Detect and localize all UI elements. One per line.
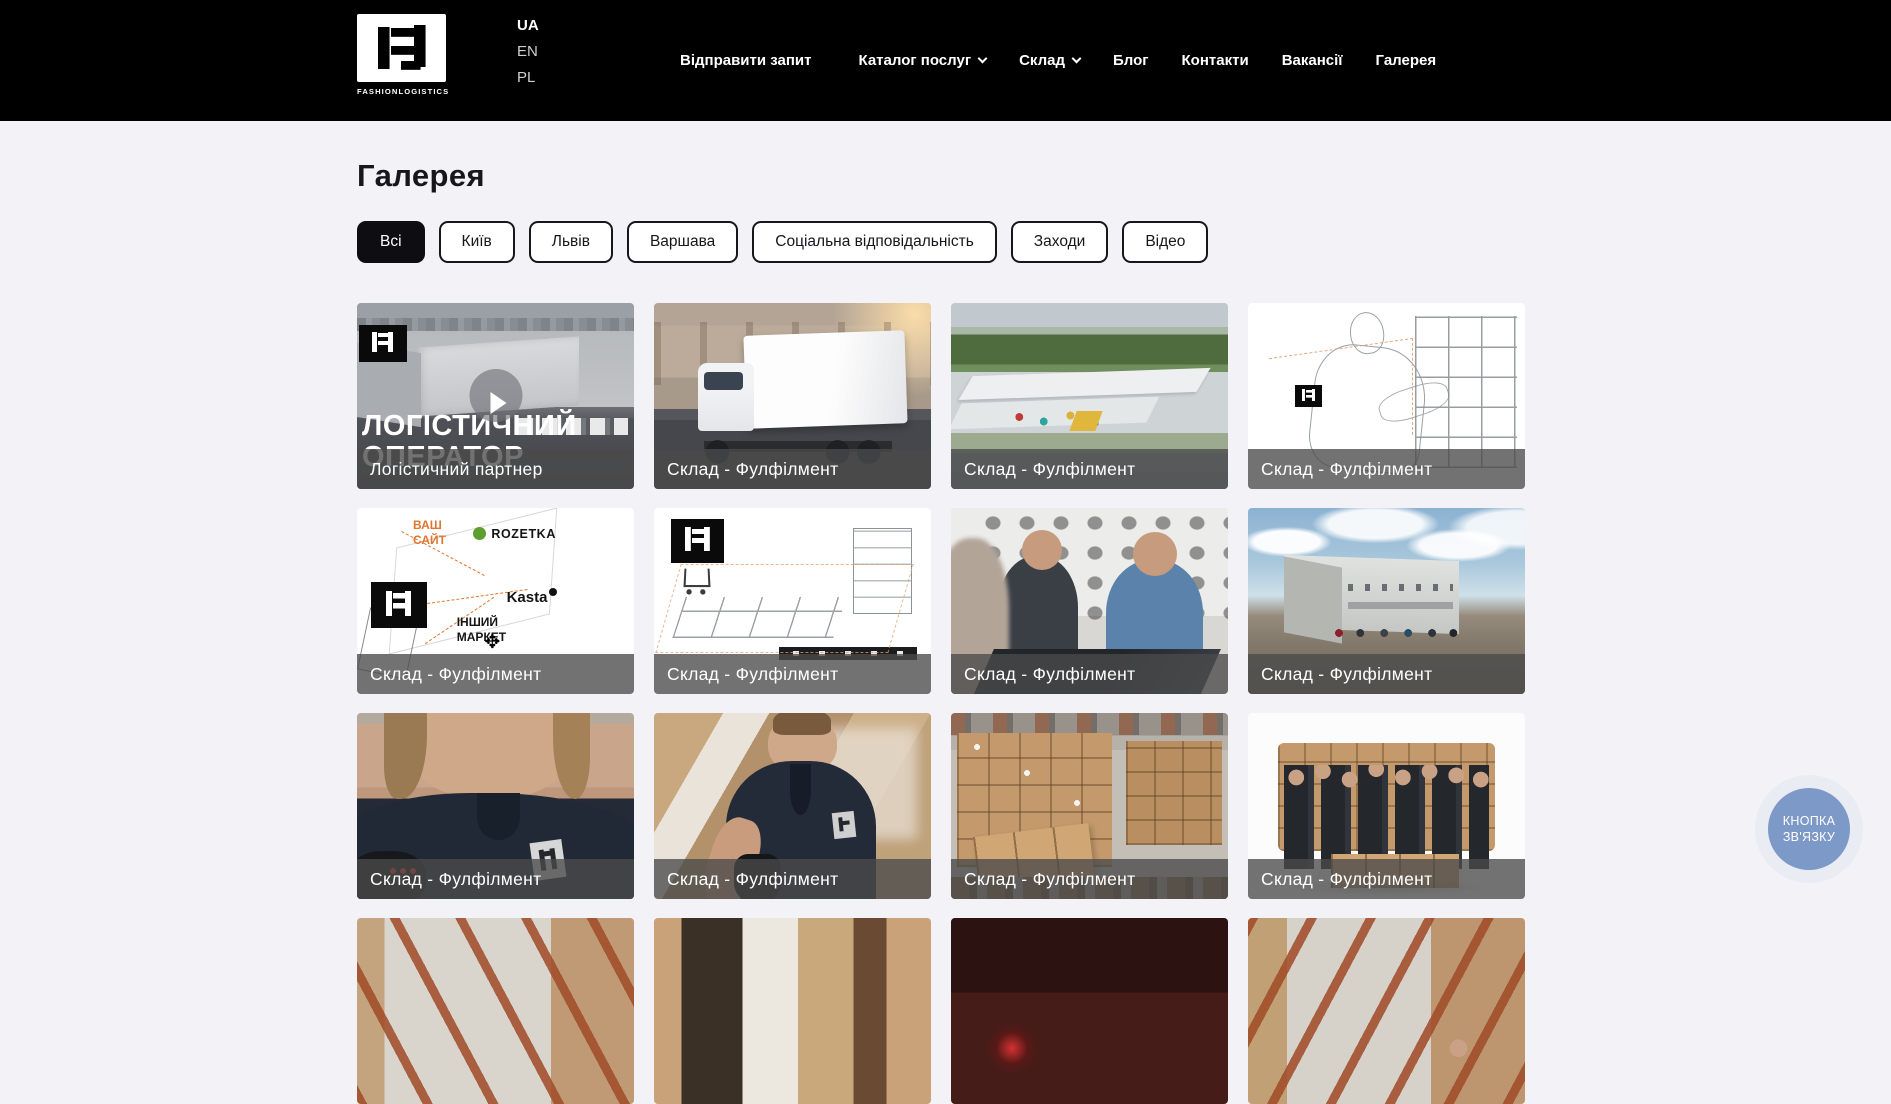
- filter-warsaw[interactable]: Варшава: [627, 221, 738, 263]
- filter-lviv[interactable]: Львів: [529, 221, 613, 263]
- tile-caption: Склад - Фулфілмент: [1248, 449, 1525, 489]
- photo-shape: [1348, 584, 1453, 591]
- photo-shape: [951, 713, 1228, 735]
- photo-shape: [958, 368, 1210, 400]
- filter-all[interactable]: Всі: [357, 221, 425, 263]
- tile-caption: Склад - Фулфілмент: [1248, 654, 1525, 694]
- filter-events[interactable]: Заходи: [1011, 221, 1109, 263]
- tile-caption: Склад - Фулфілмент: [654, 859, 931, 899]
- diagram-label-rozetka: ROZETKA: [473, 527, 556, 541]
- photo-shape: [1331, 628, 1464, 638]
- gallery-tile[interactable]: Склад - Фулфілмент: [1248, 713, 1525, 899]
- logo-icon: [357, 14, 446, 82]
- lang-pl[interactable]: PL: [517, 69, 539, 86]
- play-icon: [490, 392, 506, 414]
- chevron-down-icon: [978, 54, 988, 64]
- nav-label: Каталог послуг: [859, 52, 972, 69]
- tile-image: [951, 918, 1228, 1104]
- lang-en[interactable]: EN: [517, 43, 539, 60]
- gallery-tile[interactable]: [951, 918, 1228, 1104]
- photo-shape: [407, 713, 573, 799]
- photo-shape: [655, 564, 913, 653]
- photo-shape: [1126, 741, 1223, 845]
- tile-caption: Логістичний партнер: [357, 449, 634, 489]
- gallery-tile[interactable]: Склад - Фулфілмент: [951, 303, 1228, 489]
- nav-vacancies[interactable]: Вакансії: [1282, 52, 1343, 69]
- filter-kyiv[interactable]: Київ: [439, 221, 515, 263]
- language-switcher: UA EN PL: [517, 17, 539, 86]
- gallery-tile[interactable]: ВАШ САЙТROZETKAKastaІНШИЙ МАРКЕТ✥ Склад …: [357, 508, 634, 694]
- fl-logo-badge: [371, 582, 427, 628]
- nav-send-request[interactable]: Відправити запит: [680, 52, 812, 69]
- logo-text: FASHIONLOGISTICS: [357, 87, 449, 96]
- nav-contacts[interactable]: Контакти: [1182, 52, 1249, 69]
- contact-button-label: ЗВ'ЯЗКУ: [1783, 829, 1835, 845]
- nav-label: Склад: [1019, 52, 1065, 69]
- gallery-tile[interactable]: ЛОГІСТИЧНИЙ ОПЕРАТОР Логістичний партнер: [357, 303, 634, 489]
- tile-caption: Склад - Фулфілмент: [357, 859, 634, 899]
- main-content: Галерея Всі Київ Львів Варшава Соціальна…: [357, 158, 1525, 1104]
- tile-image: [654, 918, 931, 1104]
- tile-image: [357, 918, 634, 1104]
- gallery-tile[interactable]: Склад - Фулфілмент: [951, 508, 1228, 694]
- gallery-grid: ЛОГІСТИЧНИЙ ОПЕРАТОР Логістичний партнер…: [357, 303, 1525, 1104]
- tile-image: [1248, 918, 1525, 1104]
- tile-caption: Склад - Фулфілмент: [951, 859, 1228, 899]
- logo[interactable]: FASHIONLOGISTICS: [357, 14, 449, 96]
- gallery-tile[interactable]: Склад - Фулфілмент: [357, 713, 634, 899]
- tile-caption: Склад - Фулфілмент: [951, 449, 1228, 489]
- photo-shape: [1415, 316, 1517, 468]
- gallery-filters: Всі Київ Львів Варшава Соціальна відпові…: [357, 221, 1525, 263]
- gallery-tile[interactable]: Склад - Фулфілмент: [654, 713, 931, 899]
- gallery-tile[interactable]: Склад - Фулфілмент: [654, 508, 931, 694]
- photo-shape: [1006, 405, 1117, 435]
- tile-caption: Склад - Фулфілмент: [654, 654, 931, 694]
- nav-services-catalog[interactable]: Каталог послуг: [859, 52, 987, 69]
- gallery-tile[interactable]: [1248, 918, 1525, 1104]
- fl-logo-badge: [359, 325, 407, 362]
- gallery-tile[interactable]: Склад - Фулфілмент: [1248, 508, 1525, 694]
- nav-blog[interactable]: Блог: [1113, 52, 1149, 69]
- play-button[interactable]: [469, 369, 522, 422]
- gallery-tile[interactable]: [654, 918, 931, 1104]
- diagram-label-cursor: ✥: [484, 631, 500, 654]
- contact-button[interactable]: КНОПКА ЗВ'ЯЗКУ: [1768, 788, 1850, 870]
- photo-shape: [1269, 338, 1413, 455]
- gallery-tile[interactable]: Склад - Фулфілмент: [1248, 303, 1525, 489]
- diagram-label-kasta: Kasta: [507, 588, 558, 606]
- chevron-down-icon: [1072, 54, 1082, 64]
- diagram-label-your_site: ВАШ САЙТ: [413, 518, 459, 548]
- gallery-tile[interactable]: Склад - Фулфілмент: [951, 713, 1228, 899]
- photo-shape: [698, 363, 753, 432]
- fl-logo-badge: [671, 519, 724, 563]
- nav-warehouse[interactable]: Склад: [1019, 52, 1080, 69]
- contact-button-label: КНОПКА: [1783, 813, 1835, 829]
- photo-shape: [744, 330, 908, 429]
- tile-caption: Склад - Фулфілмент: [357, 654, 634, 694]
- tile-caption: Склад - Фулфілмент: [951, 654, 1228, 694]
- filter-social-responsibility[interactable]: Соціальна відповідальність: [752, 221, 997, 263]
- site-header: FASHIONLOGISTICS UA EN PL Відправити зап…: [0, 0, 1891, 121]
- lang-ua[interactable]: UA: [517, 17, 539, 34]
- nav-gallery[interactable]: Галерея: [1376, 52, 1437, 69]
- gallery-tile[interactable]: Склад - Фулфілмент: [654, 303, 931, 489]
- tile-caption: Склад - Фулфілмент: [1248, 859, 1525, 899]
- main-nav: Відправити запит Каталог послуг Склад Бл…: [680, 0, 1436, 121]
- filter-video[interactable]: Відео: [1122, 221, 1208, 263]
- gallery-tile[interactable]: [357, 918, 634, 1104]
- tile-caption: Склад - Фулфілмент: [654, 449, 931, 489]
- fl-logo-badge: [1295, 385, 1322, 407]
- page-title: Галерея: [357, 158, 1525, 194]
